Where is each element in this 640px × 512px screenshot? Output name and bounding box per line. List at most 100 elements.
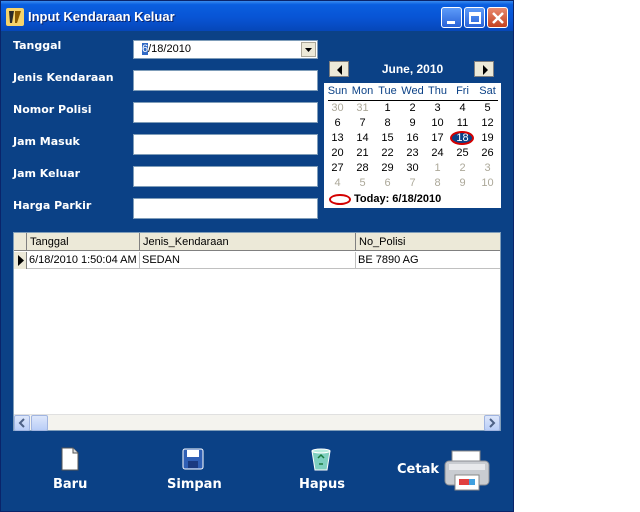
column-header-jenis-kendaraan[interactable]: Jenis_Kendaraan [140, 233, 356, 251]
jam-keluar-label: Jam Keluar [13, 167, 81, 180]
cetak-button[interactable]: Cetak [397, 447, 493, 495]
calendar-day[interactable]: 9 [400, 117, 425, 129]
jam-masuk-input[interactable] [133, 134, 318, 155]
cell-tanggal[interactable]: 6/18/2010 1:50:04 AM [27, 252, 140, 269]
calendar-day[interactable]: 3 [475, 162, 500, 174]
calendar-day[interactable]: 16 [400, 132, 425, 144]
calendar-dow: Sun [327, 85, 348, 97]
harga-parkir-input[interactable] [133, 198, 318, 219]
calendar-day[interactable]: 6 [325, 117, 350, 129]
calendar-day[interactable]: 6 [375, 177, 400, 189]
calendar-day[interactable]: 14 [350, 132, 375, 144]
calendar-day[interactable]: 27 [325, 162, 350, 174]
calendar-header: June, 2010 [324, 56, 501, 83]
baru-button[interactable]: Baru [47, 447, 97, 497]
calendar-dow: Tue [378, 85, 397, 97]
month-calendar[interactable]: June, 2010 Sun Mon Tue Wed Thu Fri Sat 3… [324, 56, 501, 208]
scroll-right-button[interactable] [484, 415, 500, 431]
calendar-day[interactable]: 23 [400, 147, 425, 159]
row-pointer-icon [18, 255, 24, 266]
calendar-day[interactable]: 24 [425, 147, 450, 159]
cell-no-polisi[interactable]: BE 7890 AG [356, 252, 500, 269]
jenis-kendaraan-input[interactable] [133, 70, 318, 91]
calendar-day[interactable]: 15 [375, 132, 400, 144]
minimize-button[interactable] [441, 7, 462, 28]
calendar-day[interactable]: 28 [350, 162, 375, 174]
calendar-day[interactable]: 5 [350, 177, 375, 189]
tanggal-value-rest: /18/2010 [148, 43, 191, 55]
jam-masuk-label: Jam Masuk [13, 135, 80, 148]
printer-icon [444, 450, 490, 491]
calendar-day[interactable]: 3 [425, 102, 450, 114]
calendar-day[interactable]: 21 [350, 147, 375, 159]
calendar-day[interactable]: 2 [400, 102, 425, 114]
calendar-day[interactable]: 7 [350, 117, 375, 129]
maximize-button[interactable] [464, 7, 485, 28]
harga-parkir-label: Harga Parkir [13, 199, 92, 212]
calendar-day[interactable]: 8 [375, 117, 400, 129]
arrow-right-icon [489, 418, 496, 428]
calendar-dow: Thu [428, 85, 447, 97]
calendar-day[interactable]: 9 [450, 177, 475, 189]
table-row[interactable]: 6/18/2010 1:50:04 AM SEDAN BE 7890 AG [14, 252, 500, 269]
close-icon [492, 12, 504, 24]
calendar-day[interactable]: 4 [450, 102, 475, 114]
arrow-left-icon [337, 65, 342, 75]
tanggal-date-picker[interactable]: 6/18/2010 [133, 40, 318, 59]
calendar-day[interactable]: 26 [475, 147, 500, 159]
arrow-right-icon [483, 65, 488, 75]
calendar-day[interactable]: 13 [325, 132, 350, 144]
today-circle-icon [329, 194, 351, 205]
calendar-day[interactable]: 25 [450, 147, 475, 159]
calendar-day[interactable]: 8 [425, 177, 450, 189]
window-title: Input Kendaraan Keluar [28, 9, 175, 24]
calendar-today-link[interactable]: Today: 6/18/2010 [354, 193, 441, 205]
calendar-day-selected[interactable]: 18 [450, 132, 475, 144]
calendar-day[interactable]: 17 [425, 132, 450, 144]
dropdown-button[interactable] [301, 42, 316, 57]
close-button[interactable] [487, 7, 508, 28]
maximize-icon [469, 12, 481, 24]
calendar-day[interactable]: 10 [475, 177, 500, 189]
calendar-day[interactable]: 29 [375, 162, 400, 174]
calendar-day[interactable]: 31 [350, 102, 375, 114]
calendar-day[interactable]: 10 [425, 117, 450, 129]
horizontal-scrollbar[interactable] [14, 414, 500, 431]
calendar-day[interactable]: 20 [325, 147, 350, 159]
arrow-left-icon [18, 418, 25, 428]
calendar-day[interactable]: 19 [475, 132, 500, 144]
save-disk-icon [182, 448, 204, 470]
calendar-day[interactable]: 7 [400, 177, 425, 189]
simpan-label: Simpan [167, 477, 222, 492]
jenis-kendaraan-label: Jenis Kendaraan [13, 71, 114, 84]
calendar-day[interactable]: 30 [400, 162, 425, 174]
calendar-day[interactable]: 12 [475, 117, 500, 129]
column-header-tanggal[interactable]: Tanggal [27, 233, 140, 251]
calendar-day[interactable]: 11 [450, 117, 475, 129]
calendar-day[interactable]: 5 [475, 102, 500, 114]
calendar-day[interactable]: 4 [325, 177, 350, 189]
title-bar[interactable]: Input Kendaraan Keluar [1, 1, 513, 31]
row-indicator[interactable] [14, 252, 27, 269]
data-grid[interactable]: Tanggal Jenis_Kendaraan No_Polisi 6/18/2… [13, 232, 501, 431]
calendar-day[interactable]: 30 [325, 102, 350, 114]
next-month-button[interactable] [474, 61, 494, 77]
calendar-day[interactable]: 2 [450, 162, 475, 174]
hapus-button[interactable]: Hapus [297, 447, 352, 497]
calendar-day[interactable]: 1 [425, 162, 450, 174]
calendar-month-title[interactable]: June, 2010 [354, 62, 471, 76]
calendar-day[interactable]: 1 [375, 102, 400, 114]
column-header-no-polisi[interactable]: No_Polisi [356, 233, 500, 251]
jam-keluar-input[interactable] [133, 166, 318, 187]
cell-jenis-kendaraan[interactable]: SEDAN [140, 252, 356, 269]
calendar-day[interactable]: 22 [375, 147, 400, 159]
scroll-thumb[interactable] [31, 415, 48, 431]
minimize-icon [447, 21, 455, 24]
new-document-icon [61, 447, 79, 471]
hapus-label: Hapus [299, 477, 345, 492]
prev-month-button[interactable] [329, 61, 349, 77]
scroll-left-button[interactable] [14, 415, 30, 431]
simpan-button[interactable]: Simpan [164, 447, 224, 497]
nomor-polisi-input[interactable] [133, 102, 318, 123]
cetak-label: Cetak [397, 462, 439, 477]
